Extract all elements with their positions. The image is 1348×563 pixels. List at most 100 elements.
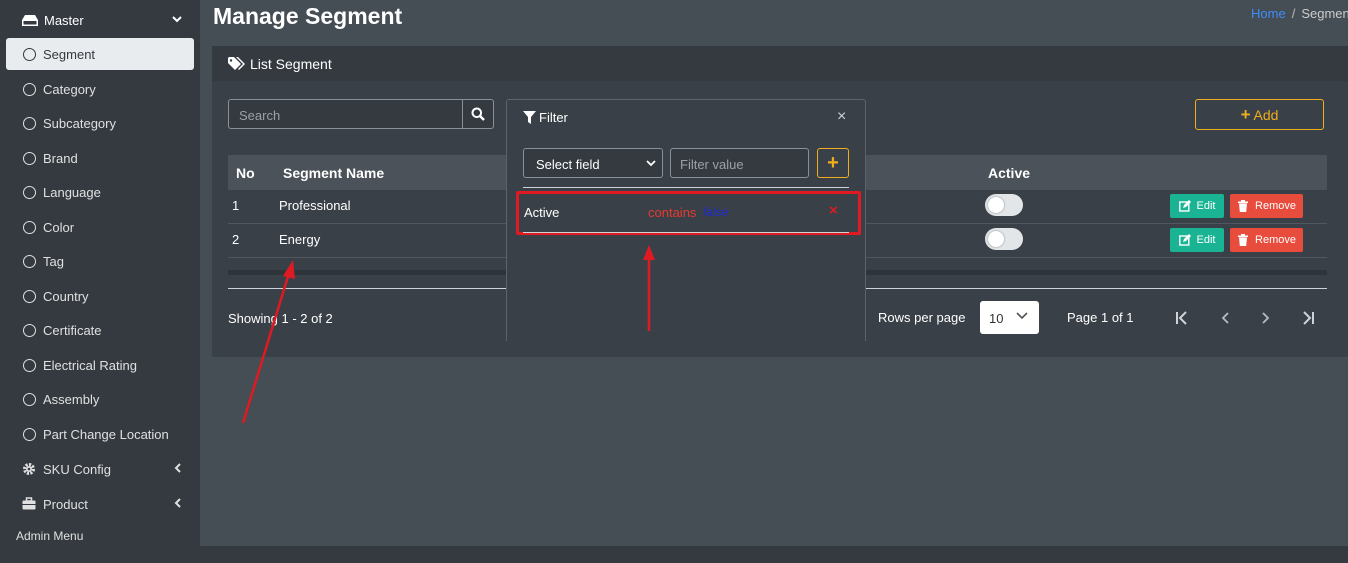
last-page-icon[interactable] (1300, 310, 1316, 326)
sidebar-item-label: Part Change Location (43, 426, 169, 442)
circle-icon (23, 151, 36, 165)
sidebar-group-sku-config[interactable]: SKU Config (6, 453, 194, 485)
chevron-down-icon (646, 160, 656, 167)
search-input[interactable]: Search (228, 99, 494, 129)
search-divider (462, 100, 463, 128)
previous-page-icon[interactable] (1218, 310, 1234, 326)
edit-button-label: Edit (1196, 234, 1216, 246)
sidebar-item-label: Assembly (43, 391, 100, 407)
sidebar-item-subcategory[interactable]: Subcategory (6, 107, 194, 139)
sidebar-item-segment[interactable]: Segment (6, 38, 194, 70)
circle-icon (23, 82, 36, 96)
sidebar-group-product[interactable]: Product (6, 488, 194, 520)
sidebar-item-label: Country (43, 288, 89, 304)
sidebar-item-language[interactable]: Language (6, 176, 194, 208)
sidebar-item-label: Subcategory (43, 115, 116, 131)
tags-icon (228, 56, 245, 70)
circle-icon (23, 358, 36, 372)
active-toggle[interactable] (985, 194, 1023, 216)
row-segment-name: Energy (279, 232, 321, 247)
first-page-icon[interactable] (1174, 310, 1190, 326)
active-toggle[interactable] (985, 228, 1023, 250)
edit-icon (1178, 200, 1191, 212)
filter-field-value: Select field (536, 157, 600, 172)
sidebar-item-category[interactable]: Category (6, 73, 194, 105)
trash-icon (1238, 200, 1249, 212)
divider (523, 232, 849, 233)
remove-button-label: Remove (1255, 200, 1296, 212)
filter-rule-value: false (703, 205, 729, 219)
remove-filter-icon[interactable]: × (829, 202, 838, 219)
add-button[interactable]: + Add (1195, 99, 1324, 130)
filter-rule-field: Active (524, 205, 560, 220)
sidebar-item-label: Certificate (43, 322, 102, 338)
sidebar-master-label: Master (44, 12, 84, 28)
filter-value-input[interactable]: Filter value (670, 148, 809, 178)
footer-bar (200, 546, 1348, 563)
edit-icon (1178, 234, 1191, 246)
sidebar-item-label: Language (43, 184, 101, 200)
circle-icon (23, 323, 36, 337)
search-placeholder: Search (239, 108, 281, 123)
sidebar-item-part-change-location[interactable]: Part Change Location (6, 418, 194, 450)
close-icon[interactable]: × (837, 108, 846, 126)
breadcrumb-separator: / (1291, 6, 1296, 21)
card-title: List Segment (250, 55, 332, 72)
sidebar-item-certificate[interactable]: Certificate (6, 314, 194, 346)
circle-icon (23, 47, 36, 61)
sidebar-item-electrical-rating[interactable]: Electrical Rating (6, 349, 194, 381)
filter-header: Filter (523, 110, 568, 125)
filter-field-select[interactable]: Select field (523, 148, 663, 178)
breadcrumb-home-link[interactable]: Home (1251, 6, 1286, 21)
sidebar-item-assembly[interactable]: Assembly (6, 383, 194, 415)
sidebar-item-country[interactable]: Country (6, 280, 194, 312)
edit-button-label: Edit (1196, 200, 1216, 212)
page-info: Page 1 of 1 (1067, 310, 1134, 325)
divider (523, 187, 849, 188)
sidebar-group-label: Product (43, 496, 88, 512)
gear-icon (23, 463, 35, 475)
sidebar-item-brand[interactable]: Brand (6, 142, 194, 174)
chevron-left-icon (174, 463, 181, 473)
sidebar-item-label: Category (43, 81, 96, 97)
add-button-label: Add (1253, 106, 1279, 123)
rows-per-page-label: Rows per page (878, 310, 966, 325)
sidebar-item-label: Tag (43, 253, 64, 269)
remove-button-label: Remove (1255, 234, 1296, 246)
row-no: 1 (232, 198, 240, 213)
card-header: List Segment (212, 46, 1348, 81)
breadcrumb: Home / Segmen (1251, 6, 1348, 21)
circle-icon (23, 254, 36, 268)
filter-title: Filter (539, 110, 568, 125)
sidebar-item-tag[interactable]: Tag (6, 245, 194, 277)
remove-button[interactable]: Remove (1230, 194, 1303, 218)
trash-icon (1238, 234, 1249, 246)
showing-count: Showing 1 - 2 of 2 (228, 311, 333, 326)
edit-button[interactable]: Edit (1170, 228, 1224, 252)
circle-icon (23, 427, 36, 441)
rows-per-page-select[interactable]: 10 (980, 301, 1039, 334)
row-no: 2 (232, 232, 240, 247)
search-icon[interactable] (471, 107, 485, 121)
next-page-icon[interactable] (1257, 310, 1273, 326)
chevron-left-icon (174, 498, 181, 508)
filter-popup: Filter × Select field Filter value + Act… (506, 99, 866, 341)
edit-button[interactable]: Edit (1170, 194, 1224, 218)
remove-button[interactable]: Remove (1230, 228, 1303, 252)
circle-icon (23, 392, 36, 406)
circle-icon (23, 220, 36, 234)
add-filter-button[interactable]: + (817, 148, 849, 178)
chevron-down-icon (1016, 312, 1028, 320)
circle-icon (23, 289, 36, 303)
column-header-no: No (236, 165, 255, 181)
sidebar-master-toggle[interactable]: Master (6, 4, 194, 36)
sidebar: Master Segment Category Subcategory Bran… (0, 0, 200, 563)
filter-rule: Active contains false × (516, 191, 861, 235)
sidebar-item-label: Segment (43, 46, 96, 62)
sidebar-group-label: SKU Config (43, 461, 111, 477)
rows-per-page-value: 10 (989, 311, 1004, 326)
hdd-icon (22, 14, 38, 26)
circle-icon (23, 185, 36, 199)
sidebar-item-color[interactable]: Color (6, 211, 194, 243)
filter-rule-operator: contains (648, 205, 697, 220)
